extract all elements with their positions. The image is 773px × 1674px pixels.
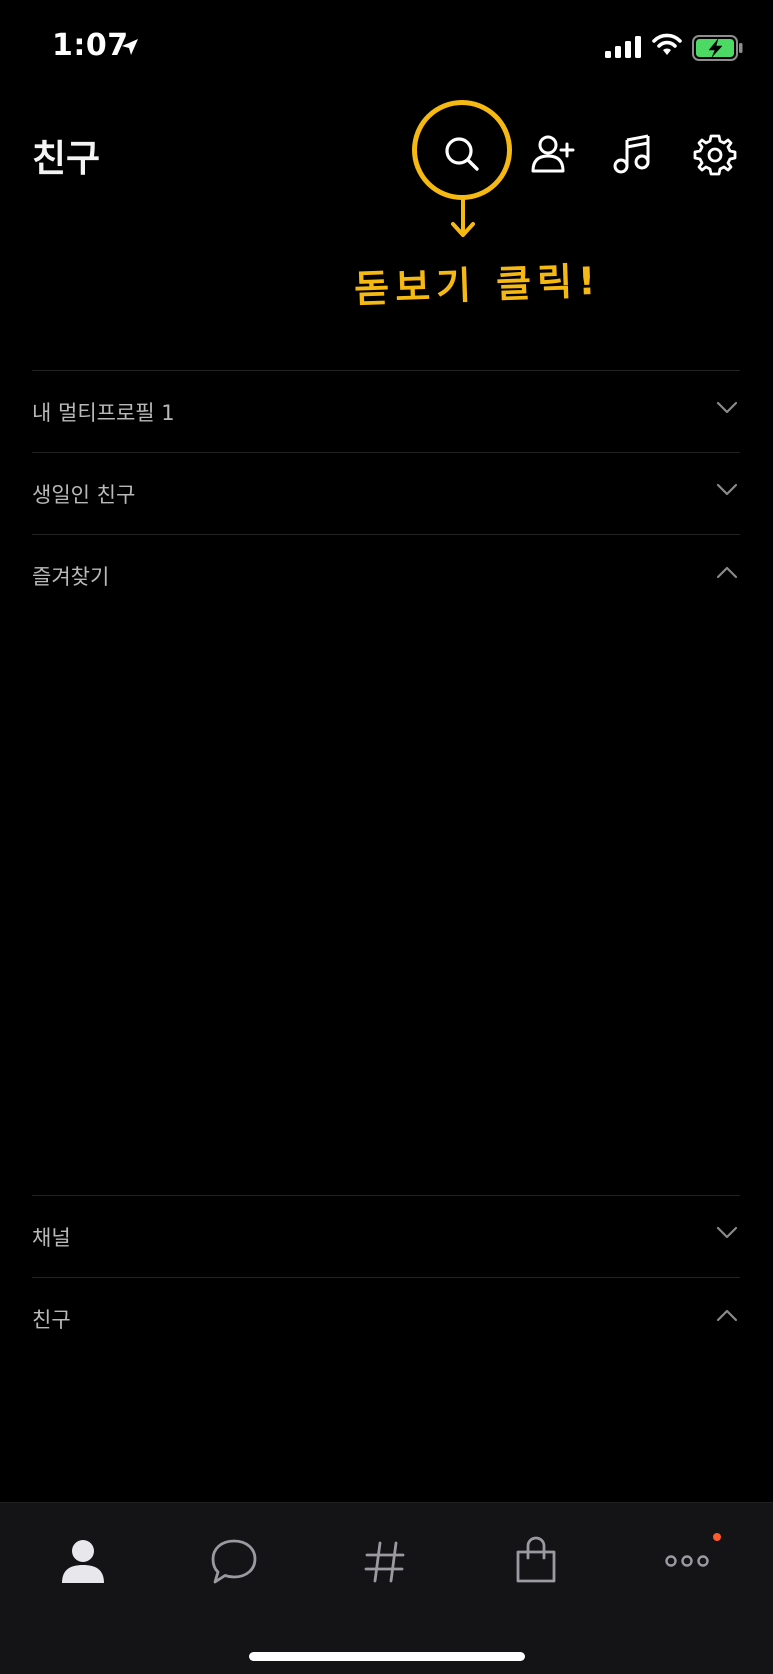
gear-icon[interactable]	[690, 130, 740, 180]
more-dots-icon[interactable]	[657, 1531, 717, 1591]
location-arrow-icon	[122, 39, 138, 55]
section-multi-profile[interactable]: 내 멀티프로필 1	[32, 370, 740, 452]
person-icon[interactable]	[53, 1531, 113, 1591]
chevron-down-icon	[716, 401, 738, 414]
status-time: 1:07	[52, 28, 129, 63]
section-friends[interactable]: 친구	[32, 1277, 740, 1359]
notification-dot	[713, 1533, 721, 1541]
status-bar: 1:07	[0, 0, 773, 96]
section-label: 즐겨찾기	[32, 565, 110, 589]
section-label: 생일인 친구	[32, 483, 136, 507]
section-favorites[interactable]: 즐겨찾기	[32, 534, 740, 616]
chevron-up-icon	[716, 566, 738, 579]
annotation-text: 돋보기 클릭!	[353, 258, 603, 312]
shopping-bag-icon[interactable]	[506, 1531, 566, 1591]
bottom-tab-bar	[0, 1502, 773, 1674]
chevron-down-icon	[716, 483, 738, 496]
chevron-down-icon	[716, 1226, 738, 1239]
hashtag-icon[interactable]	[355, 1531, 415, 1591]
home-indicator	[249, 1652, 525, 1661]
music-icon[interactable]	[608, 130, 658, 180]
chevron-up-icon	[716, 1309, 738, 1322]
section-label: 채널	[32, 1226, 71, 1250]
battery-charging-icon	[692, 35, 743, 61]
cellular-signal-icon	[605, 36, 641, 58]
section-birthday-friends[interactable]: 생일인 친구	[32, 452, 740, 534]
chat-bubble-icon[interactable]	[204, 1531, 264, 1591]
section-channels[interactable]: 채널	[32, 1195, 740, 1277]
annotation-circle	[412, 100, 512, 200]
annotation-arrow-icon	[451, 198, 475, 237]
add-friend-icon[interactable]	[527, 130, 577, 180]
section-label: 내 멀티프로필 1	[32, 401, 175, 425]
page-title: 친구	[32, 137, 101, 180]
section-label: 친구	[32, 1308, 71, 1332]
wifi-icon	[652, 33, 682, 55]
